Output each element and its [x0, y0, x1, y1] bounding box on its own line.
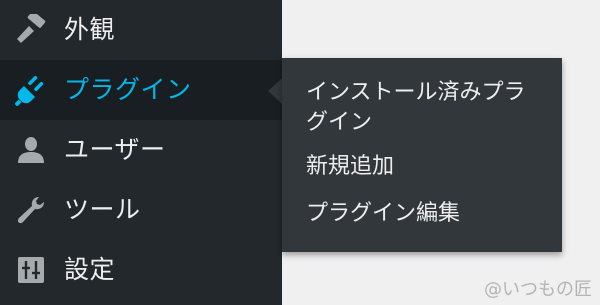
settings-sliders-icon	[18, 257, 44, 283]
sidebar-item-label: 設定	[64, 255, 116, 284]
sidebar-item-label: ツール	[64, 195, 141, 224]
plugins-submenu: インストール済みプラグイン 新規追加 プラグイン編集	[282, 58, 562, 252]
sidebar-item-label: 外観	[64, 15, 116, 44]
sidebar-item-plugins[interactable]: プラグイン	[0, 60, 282, 120]
wrench-icon	[18, 197, 44, 224]
paintbrush-icon	[17, 14, 46, 43]
admin-sidebar: 外観 プラグイン ユーザー ツール 設定	[0, 0, 282, 305]
plug-icon	[15, 75, 44, 106]
submenu-item-add-new[interactable]: 新規追加	[306, 152, 546, 182]
user-icon	[18, 137, 44, 163]
submenu-item-installed-plugins[interactable]: インストール済みプラグイン	[306, 78, 546, 138]
sidebar-item-users[interactable]: ユーザー	[0, 120, 282, 180]
sidebar-item-tools[interactable]: ツール	[0, 180, 282, 240]
sidebar-item-appearance[interactable]: 外観	[0, 0, 282, 60]
submenu-pointer	[268, 78, 282, 104]
sidebar-item-label: ユーザー	[64, 135, 166, 164]
sidebar-item-label: プラグイン	[64, 75, 192, 104]
watermark: @いつもの匠	[484, 279, 592, 300]
submenu-item-plugin-editor[interactable]: プラグイン編集	[306, 199, 546, 229]
sidebar-item-settings[interactable]: 設定	[0, 240, 282, 300]
